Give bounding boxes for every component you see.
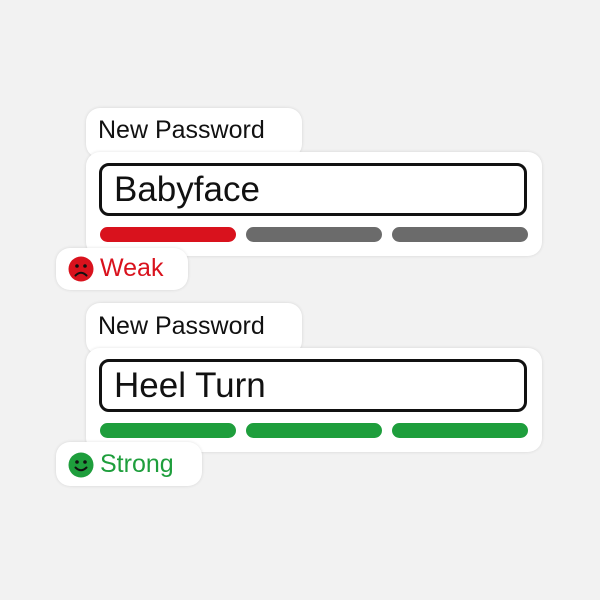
- strength-segment: [246, 423, 382, 438]
- password-input[interactable]: [99, 359, 527, 412]
- strength-segment: [392, 423, 528, 438]
- strength-segment: [100, 227, 236, 242]
- strength-segment: [392, 227, 528, 242]
- happy-face-icon: [68, 452, 94, 477]
- strength-status: Strong: [68, 450, 174, 479]
- strength-meter: [100, 423, 528, 438]
- sad-face-icon: [68, 256, 94, 281]
- strength-segment: [246, 227, 382, 242]
- password-widget-weak: New Password Weak: [0, 0, 600, 600]
- new-password-label: New Password: [98, 312, 265, 340]
- password-input[interactable]: [99, 163, 527, 216]
- strength-status: Weak: [68, 254, 163, 283]
- strength-status-text: Strong: [100, 450, 174, 478]
- new-password-label: New Password: [98, 116, 265, 144]
- password-widget-strong: New Password Strong: [0, 0, 600, 600]
- strength-status-text: Weak: [100, 254, 164, 282]
- strength-segment: [100, 423, 236, 438]
- strength-meter: [100, 227, 528, 242]
